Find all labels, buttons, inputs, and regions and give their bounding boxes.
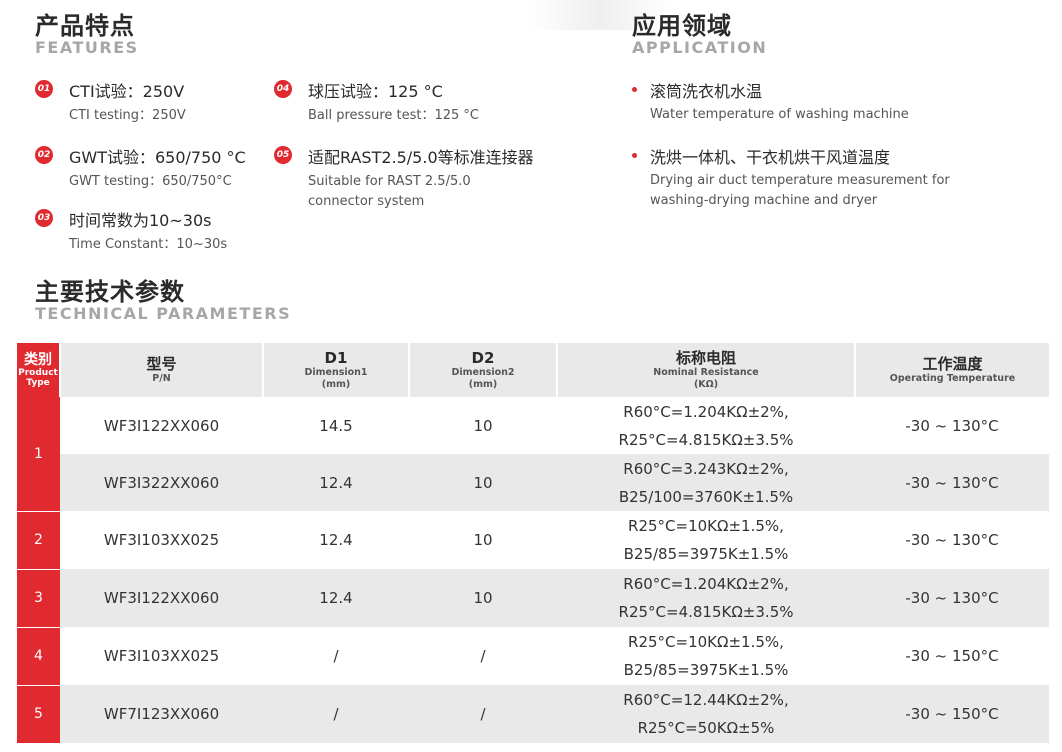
type-cell: 5 <box>17 685 60 744</box>
application-en-line1: Drying air duct temperature measurement … <box>650 173 950 188</box>
resistance-cell: R60°C=3.243KΩ±2%, B25/100=3760K±1.5% <box>557 454 855 511</box>
d1-cell: 12.4 <box>263 454 409 511</box>
application-cn: 洗烘一体机、干衣机烘干风道温度 <box>650 148 891 167</box>
number-badge-icon: 03 <box>35 209 53 227</box>
number-badge-icon: 02 <box>35 146 53 164</box>
resistance-cell: R25°C=10KΩ±1.5%, B25/85=3975K±1.5% <box>623 517 789 563</box>
d2-cell: 10 <box>409 569 557 627</box>
resistance-cell: R60°C=12.44KΩ±2%, R25°C=50KΩ±5% <box>557 685 855 743</box>
temperature-cell: -30 ~ 130°C <box>905 531 999 549</box>
table-row: 5 WF7I123XX060 / / R60°C=12.44KΩ±2%, R25… <box>17 685 1049 744</box>
params-title: 主要技术参数 <box>35 278 185 306</box>
type-cell: 2 <box>17 511 60 570</box>
feature-cn: CTI试验：250V <box>69 82 185 101</box>
temperature-cell: -30 ~ 130°C <box>855 569 1049 627</box>
d1-cell: 14.5 <box>319 416 353 435</box>
bullet-icon <box>632 87 637 92</box>
d1-cell: 12.4 <box>263 569 409 627</box>
feature-cn: 球压试验：125 °C <box>308 82 443 101</box>
application-title: 应用领域 <box>632 12 732 40</box>
temperature-cell: -30 ~ 150°C <box>855 685 1049 743</box>
type-cell: 3 <box>17 569 60 628</box>
d1-cell: 12.4 <box>319 531 353 549</box>
table-header-row: 类别 Product Type 型号 P/N D1 Dimension1 (mm… <box>17 343 1049 397</box>
header-temperature: 工作温度 Operating Temperature <box>854 343 1049 397</box>
feature-en: GWT testing：650/750°C <box>69 174 232 189</box>
temperature-cell: -30 ~ 150°C <box>905 647 999 665</box>
temperature-cell: -30 ~ 130°C <box>905 416 999 435</box>
resistance-cell: R25°C=10KΩ±1.5%, B25/85=3975K±1.5% <box>623 633 789 679</box>
pn-cell: WF3I122XX060 <box>103 416 220 435</box>
header-d2: D2 Dimension2 (mm) <box>408 343 557 397</box>
application-cn: 滚筒洗衣机水温 <box>650 82 763 101</box>
header-resistance: 标称电阻 Nominal Resistance (KΩ) <box>556 343 855 397</box>
feature-en-line1: Suitable for RAST 2.5/5.0 <box>308 174 471 189</box>
d1-cell: / <box>263 685 409 743</box>
number-badge-icon: 04 <box>274 80 292 98</box>
resistance-cell: R60°C=1.204KΩ±2%, R25°C=4.815KΩ±3.5% <box>557 569 855 627</box>
header-type: 类别 Product Type <box>17 343 60 397</box>
d1-cell: / <box>333 647 339 665</box>
d2-cell: 10 <box>409 454 557 511</box>
header-d1: D1 Dimension1 (mm) <box>262 343 409 397</box>
bullet-icon <box>632 153 637 158</box>
d2-cell: 10 <box>473 416 493 435</box>
d2-cell: / <box>409 685 557 743</box>
feature-cn: 适配RAST2.5/5.0等标准连接器 <box>308 148 534 167</box>
application-subtitle: APPLICATION <box>632 38 768 57</box>
application-en: Drying air duct temperature measurement … <box>650 171 950 211</box>
number-badge-icon: 01 <box>35 80 53 98</box>
table-row: WF3I322XX060 12.4 10 R60°C=3.243KΩ±2%, B… <box>17 454 1049 511</box>
d2-cell: 10 <box>473 531 493 549</box>
pn-cell: WF3I103XX025 <box>103 647 220 665</box>
temperature-cell: -30 ~ 130°C <box>855 454 1049 511</box>
table-row: 3 WF3I122XX060 12.4 10 R60°C=1.204KΩ±2%,… <box>17 569 1049 628</box>
application-en: Water temperature of washing machine <box>650 107 909 122</box>
feature-cn: GWT试验：650/750 °C <box>69 148 246 167</box>
params-subtitle: TECHNICAL PARAMETERS <box>35 304 292 323</box>
pn-cell: WF7I123XX060 <box>60 685 263 743</box>
table-row: 2 WF3I103XX025 12.4 10 R25°C=10KΩ±1.5%, … <box>17 511 1049 570</box>
pn-cell: WF3I103XX025 <box>103 531 220 549</box>
table-row: 1 WF3I122XX060 14.5 10 R60°C=1.204KΩ±2%,… <box>17 397 1049 512</box>
feature-en: Time Constant：10~30s <box>69 237 228 252</box>
features-title: 产品特点 <box>35 12 135 40</box>
resistance-cell: R60°C=1.204KΩ±2%, R25°C=4.815KΩ±3.5% <box>618 402 794 449</box>
feature-en: Suitable for RAST 2.5/5.0 connector syst… <box>308 172 471 212</box>
pn-cell: WF3I122XX060 <box>60 569 263 627</box>
table-row: 4 WF3I103XX025 / / R25°C=10KΩ±1.5%, B25/… <box>17 627 1049 686</box>
type-cell: 4 <box>17 627 60 686</box>
pn-cell: WF3I322XX060 <box>60 454 263 511</box>
parameters-table: 类别 Product Type 型号 P/N D1 Dimension1 (mm… <box>17 343 1049 744</box>
features-subtitle: FEATURES <box>35 38 139 57</box>
number-badge-icon: 05 <box>274 146 292 164</box>
feature-en: Ball pressure test：125 °C <box>308 108 480 123</box>
application-en-line2: washing-drying machine and dryer <box>650 193 878 208</box>
type-cell: 1 <box>17 397 60 512</box>
feature-en: CTI testing：250V <box>69 108 186 123</box>
d2-cell: / <box>480 647 486 665</box>
feature-cn: 时间常数为10~30s <box>69 211 212 230</box>
feature-en-line2: connector system <box>308 194 425 209</box>
header-pn: 型号 P/N <box>59 343 263 397</box>
